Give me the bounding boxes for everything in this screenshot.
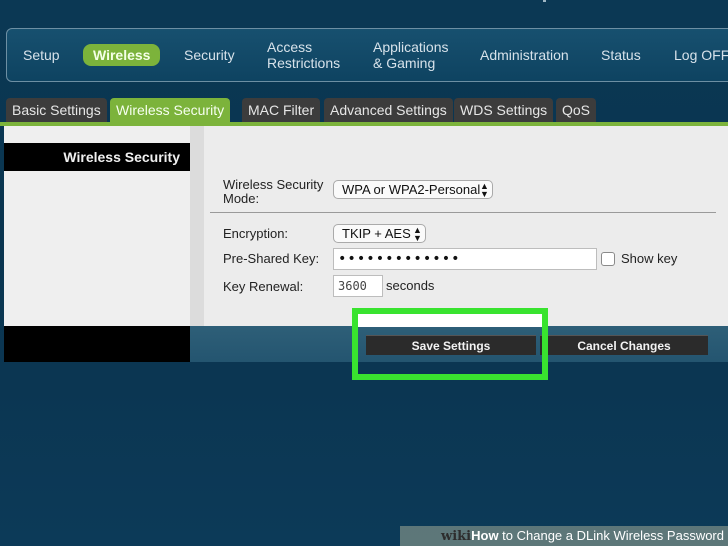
main-nav: Setup Wireless Security Access Restricti… xyxy=(6,28,728,82)
security-mode-label: Wireless Security Mode: xyxy=(223,177,324,206)
wikihow-logo-how: How xyxy=(471,528,499,543)
nav-administration[interactable]: Administration xyxy=(480,47,569,63)
wikihow-logo-wiki: wiki xyxy=(441,529,472,544)
tab-qos[interactable]: QoS xyxy=(556,98,597,122)
encryption-value: TKIP + AES xyxy=(342,226,411,241)
highlight-frame xyxy=(352,308,548,380)
nav-setup[interactable]: Setup xyxy=(23,47,60,63)
top-edge-mark xyxy=(543,0,546,2)
nav-access-restrictions[interactable]: Access Restrictions xyxy=(267,39,340,71)
nav-applications-gaming[interactable]: Applications & Gaming xyxy=(373,39,449,71)
nav-wireless[interactable]: Wireless xyxy=(83,44,161,66)
show-key-checkbox[interactable] xyxy=(601,252,615,266)
wikihow-caption: wikiHow to Change a DLink Wireless Passw… xyxy=(400,526,728,546)
select-arrows-icon: ▲ ▼ xyxy=(480,180,489,199)
tab-wireless-security[interactable]: Wireless Security xyxy=(110,98,231,122)
key-renewal-input[interactable]: 3600 xyxy=(333,275,383,297)
encryption-label: Encryption: xyxy=(223,226,289,241)
tab-wds-settings[interactable]: WDS Settings xyxy=(454,98,554,122)
tab-advanced-settings[interactable]: Advanced Settings xyxy=(324,98,453,122)
key-renewal-unit: seconds xyxy=(386,278,435,293)
nav-log-off[interactable]: Log OFF xyxy=(674,47,728,63)
show-key-label: Show key xyxy=(621,251,678,266)
select-arrows-icon: ▲ ▼ xyxy=(413,224,422,243)
encryption-select[interactable]: TKIP + AES ▲ ▼ xyxy=(333,224,426,243)
nav-status[interactable]: Status xyxy=(601,47,641,63)
key-renewal-label: Key Renewal: xyxy=(223,279,304,294)
tab-basic-settings[interactable]: Basic Settings xyxy=(6,98,107,122)
caption-text: to Change a DLink Wireless Password xyxy=(498,528,724,543)
panel-gutter xyxy=(190,126,204,326)
psk-label: Pre-Shared Key: xyxy=(223,251,320,266)
psk-input[interactable]: ••••••••••••• xyxy=(333,248,597,270)
security-mode-value: WPA or WPA2-Personal xyxy=(342,182,481,197)
nav-security[interactable]: Security xyxy=(184,47,235,63)
cancel-changes-button[interactable]: Cancel Changes xyxy=(540,335,708,355)
action-bar-left xyxy=(4,326,190,362)
section-title: Wireless Security xyxy=(4,143,190,171)
security-mode-select[interactable]: WPA or WPA2-Personal ▲ ▼ xyxy=(333,180,493,199)
tab-mac-filter[interactable]: MAC Filter xyxy=(242,98,321,122)
form-divider xyxy=(210,212,716,213)
